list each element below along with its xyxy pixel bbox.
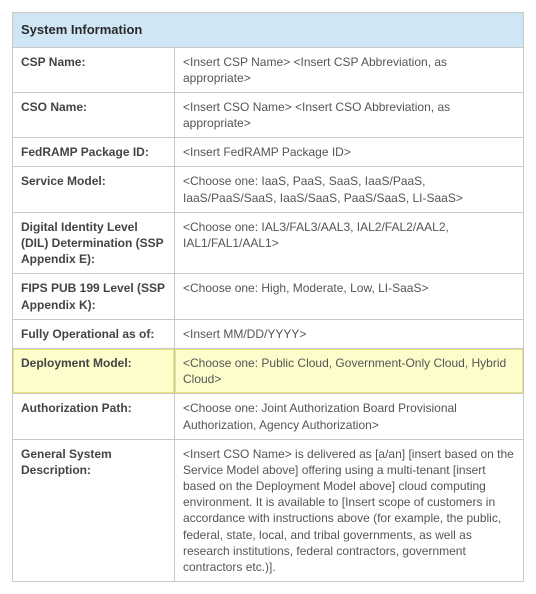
table-row: FIPS PUB 199 Level (SSP Appendix K):<Cho… [13,274,524,319]
table-body: CSP Name:<Insert CSP Name> <Insert CSP A… [13,47,524,582]
row-value: <Insert CSO Name> <Insert CSO Abbreviati… [175,92,524,137]
row-value: <Choose one: IAL3/FAL3/AAL3, IAL2/FAL2/A… [175,212,524,274]
row-label: Authorization Path: [13,394,175,439]
row-label: Fully Operational as of: [13,319,175,348]
row-value: <Insert MM/DD/YYYY> [175,319,524,348]
table-row: CSO Name:<Insert CSO Name> <Insert CSO A… [13,92,524,137]
row-value: <Insert CSO Name> is delivered as [a/an]… [175,439,524,582]
table-row: Fully Operational as of:<Insert MM/DD/YY… [13,319,524,348]
table-row: FedRAMP Package ID:<Insert FedRAMP Packa… [13,138,524,167]
row-label: FIPS PUB 199 Level (SSP Appendix K): [13,274,175,319]
table-row: Service Model:<Choose one: IaaS, PaaS, S… [13,167,524,212]
row-value: <Choose one: Joint Authorization Board P… [175,394,524,439]
table-row: CSP Name:<Insert CSP Name> <Insert CSP A… [13,47,524,92]
table-row: Authorization Path:<Choose one: Joint Au… [13,394,524,439]
row-label: CSP Name: [13,47,175,92]
row-label: Digital Identity Level (DIL) Determinati… [13,212,175,274]
row-label: Deployment Model: [13,348,175,393]
row-label: CSO Name: [13,92,175,137]
system-information-table: System Information CSP Name:<Insert CSP … [12,12,524,582]
table-row: Deployment Model:<Choose one: Public Clo… [13,348,524,393]
row-value: <Insert CSP Name> <Insert CSP Abbreviati… [175,47,524,92]
row-label: Service Model: [13,167,175,212]
table-row: Digital Identity Level (DIL) Determinati… [13,212,524,274]
row-value: <Choose one: High, Moderate, Low, LI-Saa… [175,274,524,319]
row-value: <Choose one: Public Cloud, Government-On… [175,348,524,393]
table-header: System Information [13,13,524,48]
row-value: <Insert FedRAMP Package ID> [175,138,524,167]
row-label: FedRAMP Package ID: [13,138,175,167]
row-label: General System Description: [13,439,175,582]
table-row: General System Description:<Insert CSO N… [13,439,524,582]
row-value: <Choose one: IaaS, PaaS, SaaS, IaaS/PaaS… [175,167,524,212]
